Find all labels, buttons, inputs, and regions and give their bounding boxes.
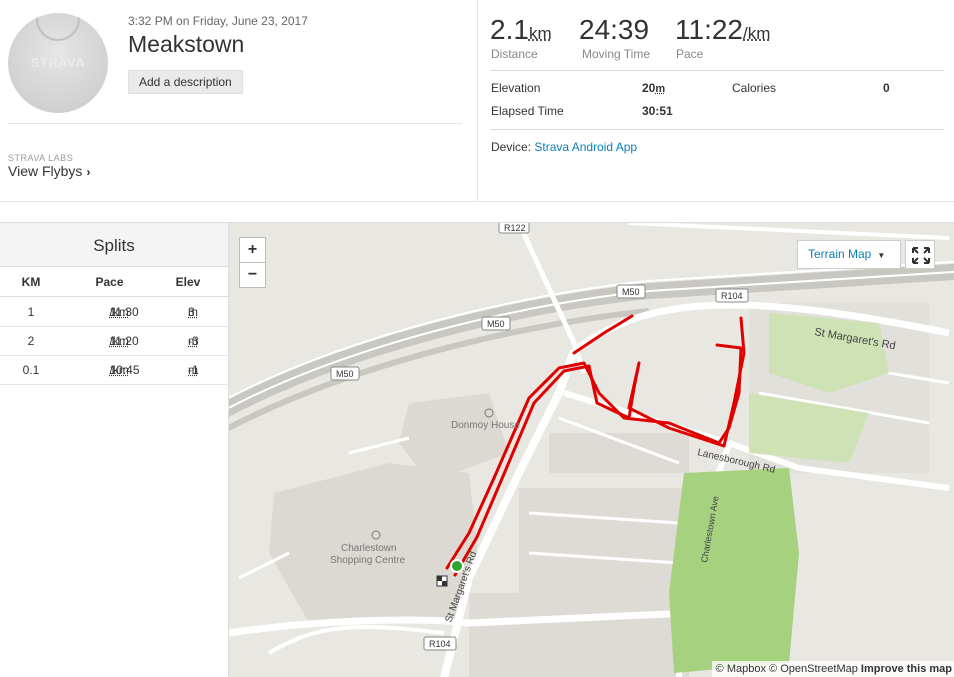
elevation-number: 20 — [642, 81, 656, 95]
distance-unit: km — [528, 24, 552, 43]
view-flybys-label: View Flybys — [8, 163, 83, 179]
avatar[interactable]: STRAVA — [8, 13, 108, 113]
map-attribution: © Mapbox © OpenStreetMap Improve this ma… — [711, 661, 954, 677]
road-shield-m50: M50 — [481, 316, 511, 331]
road-shield-r122: R122 — [498, 223, 530, 234]
divider — [0, 201, 954, 202]
road-shield-m50-label: M50 — [336, 369, 354, 379]
road-shield-r104-label: R104 — [429, 639, 451, 649]
distance-value: 2.1 — [490, 14, 529, 45]
moving-time-value: 24:39 — [579, 14, 650, 45]
device-row: Device: Strava Android App — [491, 140, 637, 154]
elevation-value: 20m — [642, 81, 665, 95]
view-flybys-link[interactable]: View Flybys › — [8, 163, 90, 179]
table-row[interactable]: 0.1 10:45 /km -1 m — [0, 356, 228, 385]
split-pace-unit: /km — [109, 334, 129, 348]
map-type-label: Terrain Map — [808, 247, 872, 261]
avatar-brand: STRAVA — [30, 55, 86, 70]
divider — [490, 70, 944, 71]
split-km: 0.1 — [22, 363, 40, 377]
column-header-pace: Pace — [95, 275, 124, 289]
pace-value: 11:22 — [675, 14, 743, 45]
split-elev-unit: m — [188, 334, 198, 348]
expand-icon — [912, 247, 930, 264]
column-header-km: KM — [21, 275, 41, 289]
table-row[interactable]: 2 11:20 /km -3 m — [0, 327, 228, 356]
park-area — [669, 468, 799, 673]
road-shield-m50: M50 — [616, 284, 646, 299]
split-km: 2 — [27, 334, 35, 348]
road-shield-m50-label: M50 — [487, 319, 505, 329]
splits-title: Splits — [0, 222, 228, 267]
divider — [490, 129, 944, 130]
activity-header: STRAVA 3:32 PM on Friday, June 23, 2017 … — [0, 0, 478, 202]
road-shield-r104-label: R104 — [721, 291, 743, 301]
moving-time-label: Moving Time — [582, 47, 651, 61]
residential-block — [519, 488, 689, 608]
residential-block — [469, 593, 689, 677]
route-map[interactable]: R122 M50 M50 M50 R104 R104 St Margaret's… — [228, 222, 954, 677]
activity-datetime: 3:32 PM on Friday, June 23, 2017 — [128, 14, 308, 28]
finish-flag-icon[interactable] — [436, 575, 448, 587]
device-link[interactable]: Strava Android App — [534, 140, 637, 154]
strava-labs-tag: STRAVA LABS — [8, 153, 74, 163]
poi-label: Shopping Centre — [330, 555, 405, 566]
distance-stat: 2.1km — [490, 14, 552, 46]
elapsed-time-label: Elapsed Time — [491, 104, 564, 118]
road-shield-m50: M50 — [330, 366, 360, 381]
map-canvas[interactable]: R122 M50 M50 M50 R104 R104 St Margaret's… — [229, 223, 954, 677]
device-label: Device: — [491, 140, 532, 154]
poi-label: Donmoy House — [451, 420, 520, 431]
split-pace-unit: /km — [109, 363, 129, 377]
road-shield-r122-label: R122 — [504, 223, 526, 233]
avatar-shirt-collar — [36, 13, 80, 41]
elapsed-time-value: 30:51 — [642, 104, 673, 118]
divider — [477, 0, 478, 202]
pace-label: Pace — [676, 47, 704, 61]
openstreetmap-link[interactable]: © OpenStreetMap — [769, 663, 858, 675]
map-type-select[interactable]: Terrain Map ▼ — [797, 240, 901, 269]
zoom-in-button[interactable]: + — [239, 237, 266, 263]
road-shield-m50-label: M50 — [622, 287, 640, 297]
zoom-out-button[interactable]: − — [239, 262, 266, 288]
elevation-unit: m — [655, 83, 666, 95]
split-pace-unit: /km — [109, 305, 129, 319]
chevron-right-icon: › — [86, 165, 91, 179]
splits-panel: Splits KM Pace Elev 1 11:30 /km 3 m 2 11… — [0, 222, 228, 677]
activity-title: Meakstown — [128, 31, 245, 57]
distance-label: Distance — [491, 47, 538, 61]
road-shield-r104: R104 — [715, 288, 749, 303]
calories-label: Calories — [732, 81, 777, 95]
elevation-label: Elevation — [491, 81, 541, 95]
add-description-button[interactable]: Add a description — [128, 70, 243, 94]
divider — [8, 123, 462, 124]
calories-value: 0 — [883, 81, 890, 95]
split-elev-unit: m — [188, 363, 198, 377]
splits-header-row: KM Pace Elev — [0, 268, 228, 297]
road-shield-r104: R104 — [423, 636, 457, 651]
split-elev-unit: m — [188, 305, 198, 319]
poi-label: Charlestown — [341, 543, 397, 554]
column-header-elev: Elev — [175, 275, 201, 289]
split-km: 1 — [27, 305, 35, 319]
mapbox-link[interactable]: © Mapbox — [716, 663, 766, 675]
pace-unit: /km — [743, 24, 771, 43]
pace-stat: 11:22/km — [675, 14, 770, 46]
fullscreen-button[interactable] — [905, 240, 935, 269]
table-row[interactable]: 1 11:30 /km 3 m — [0, 298, 228, 327]
improve-map-link[interactable]: Improve this map — [861, 663, 952, 675]
caret-down-icon: ▼ — [877, 251, 886, 260]
